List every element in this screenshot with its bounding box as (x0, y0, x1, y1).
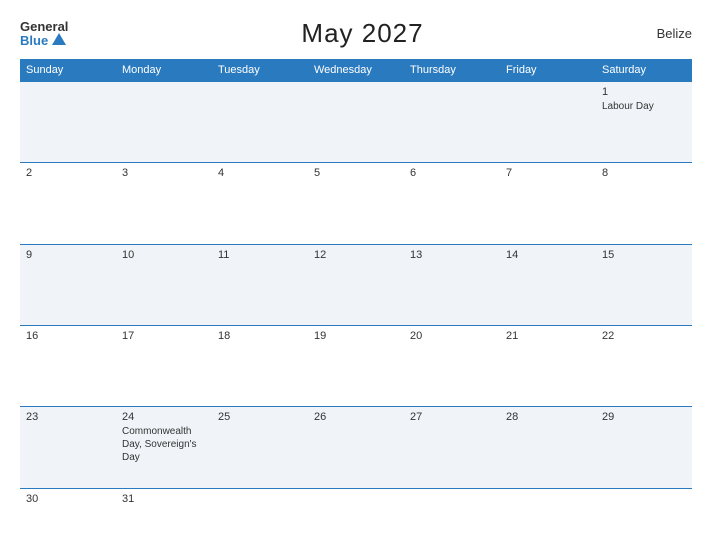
table-row: 22 (596, 326, 692, 407)
day-number: 9 (26, 249, 110, 261)
day-number: 5 (314, 167, 398, 179)
calendar-week-row: 16 17 18 19 20 21 22 (20, 326, 692, 407)
day-number: 12 (314, 249, 398, 261)
table-row: 10 (116, 244, 212, 325)
table-row: 23 (20, 407, 116, 488)
col-tuesday: Tuesday (212, 59, 308, 82)
table-row (212, 488, 308, 538)
table-row: 6 (404, 163, 500, 244)
table-row (20, 82, 116, 163)
day-number: 21 (506, 330, 590, 342)
table-row (308, 82, 404, 163)
table-row: 4 (212, 163, 308, 244)
col-saturday: Saturday (596, 59, 692, 82)
table-row: 24 Commonwealth Day, Sovereign's Day (116, 407, 212, 488)
logo-general-text: General (20, 20, 68, 33)
logo-triangle-icon (52, 33, 66, 45)
day-number: 31 (122, 493, 206, 505)
day-number: 30 (26, 493, 110, 505)
col-sunday: Sunday (20, 59, 116, 82)
table-row: 27 (404, 407, 500, 488)
table-row: 1 Labour Day (596, 82, 692, 163)
calendar-table: Sunday Monday Tuesday Wednesday Thursday… (20, 59, 692, 538)
holiday-label: Commonwealth Day, Sovereign's Day (122, 425, 206, 464)
table-row: 15 (596, 244, 692, 325)
calendar-title: May 2027 (301, 18, 423, 49)
table-row: 13 (404, 244, 500, 325)
table-row: 28 (500, 407, 596, 488)
table-row: 30 (20, 488, 116, 538)
table-row (308, 488, 404, 538)
table-row (500, 82, 596, 163)
table-row: 21 (500, 326, 596, 407)
table-row: 11 (212, 244, 308, 325)
table-row: 19 (308, 326, 404, 407)
table-row (596, 488, 692, 538)
table-row: 18 (212, 326, 308, 407)
table-row: 17 (116, 326, 212, 407)
table-row (116, 82, 212, 163)
table-row (212, 82, 308, 163)
day-number: 8 (602, 167, 686, 179)
calendar-week-row: 23 24 Commonwealth Day, Sovereign's Day 25 2… (20, 407, 692, 488)
calendar-body: 1Labour Day23456789101112131415161718192… (20, 82, 692, 539)
calendar-header-row: Sunday Monday Tuesday Wednesday Thursday… (20, 59, 692, 82)
day-number: 14 (506, 249, 590, 261)
day-number: 13 (410, 249, 494, 261)
day-number: 26 (314, 411, 398, 423)
table-row (404, 82, 500, 163)
table-row: 5 (308, 163, 404, 244)
day-number: 16 (26, 330, 110, 342)
day-number: 11 (218, 249, 302, 261)
holiday-label: Labour Day (602, 100, 686, 113)
day-number: 19 (314, 330, 398, 342)
day-number: 15 (602, 249, 686, 261)
calendar-week-row: 1 Labour Day (20, 82, 692, 163)
table-row: 26 (308, 407, 404, 488)
day-number: 17 (122, 330, 206, 342)
day-number: 7 (506, 167, 590, 179)
table-row: 9 (20, 244, 116, 325)
day-number: 4 (218, 167, 302, 179)
day-number: 18 (218, 330, 302, 342)
logo-blue-text: Blue (20, 34, 48, 47)
table-row: 8 (596, 163, 692, 244)
day-number: 10 (122, 249, 206, 261)
calendar-week-row: 9 10 11 12 13 14 15 (20, 244, 692, 325)
calendar-week-row: 2345678 (20, 163, 692, 244)
calendar-week-row: 30 31 (20, 488, 692, 538)
table-row: 16 (20, 326, 116, 407)
table-row: 29 (596, 407, 692, 488)
day-number: 6 (410, 167, 494, 179)
table-row: 12 (308, 244, 404, 325)
table-row (404, 488, 500, 538)
table-row: 14 (500, 244, 596, 325)
calendar-header: General Blue May 2027 Belize (20, 18, 692, 49)
table-row: 3 (116, 163, 212, 244)
day-number: 24 (122, 411, 206, 423)
day-number: 3 (122, 167, 206, 179)
day-number: 2 (26, 167, 110, 179)
table-row: 2 (20, 163, 116, 244)
table-row: 25 (212, 407, 308, 488)
day-number: 27 (410, 411, 494, 423)
day-number: 29 (602, 411, 686, 423)
country-label: Belize (657, 26, 692, 41)
col-wednesday: Wednesday (308, 59, 404, 82)
day-number: 25 (218, 411, 302, 423)
table-row: 7 (500, 163, 596, 244)
logo: General Blue (20, 20, 68, 47)
day-number: 1 (602, 86, 686, 98)
table-row: 20 (404, 326, 500, 407)
table-row (500, 488, 596, 538)
day-number: 23 (26, 411, 110, 423)
col-friday: Friday (500, 59, 596, 82)
day-number: 22 (602, 330, 686, 342)
day-number: 28 (506, 411, 590, 423)
table-row: 31 (116, 488, 212, 538)
col-monday: Monday (116, 59, 212, 82)
day-number: 20 (410, 330, 494, 342)
calendar-page: General Blue May 2027 Belize Sunday Mond… (0, 0, 712, 550)
col-thursday: Thursday (404, 59, 500, 82)
